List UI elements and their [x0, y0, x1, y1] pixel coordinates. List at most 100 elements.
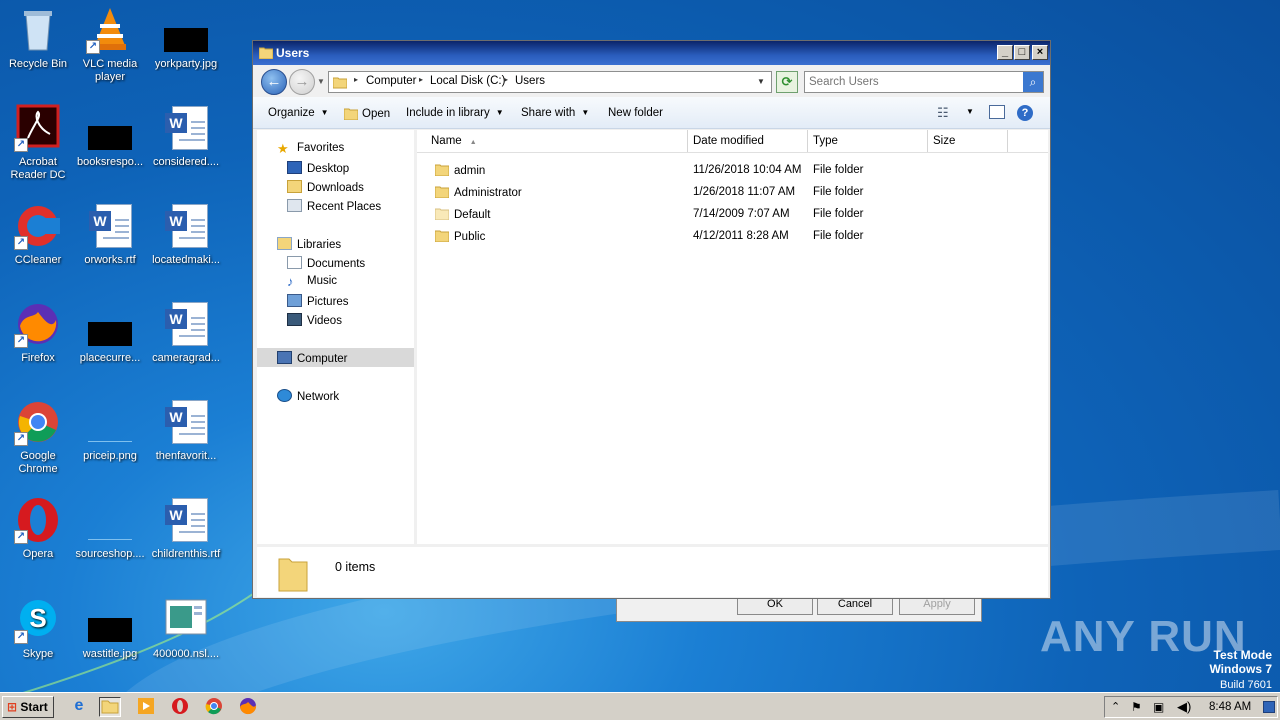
- nav-recent-places-label: Recent Places: [307, 201, 382, 213]
- breadcrumb-separator-icon[interactable]: ▸: [419, 75, 423, 84]
- table-row[interactable]: Public 4/12/2011 8:28 AM File folder: [417, 226, 1048, 248]
- windows-logo-icon: ⊞: [7, 700, 18, 714]
- desktop-icon-orworks[interactable]: W orworks.rtf: [72, 202, 148, 267]
- column-header-name[interactable]: Name ▲: [417, 130, 688, 152]
- desktop-icon-yorkparty[interactable]: yorkparty.jpg: [148, 6, 224, 71]
- help-icon[interactable]: ?: [1017, 105, 1033, 121]
- desktop-icon-priceip[interactable]: priceip.png: [72, 398, 148, 463]
- include-in-library-button[interactable]: Include in library ▼: [406, 107, 504, 119]
- title-bar[interactable]: Users _ □ ×: [253, 41, 1050, 65]
- preview-pane-icon[interactable]: [989, 105, 1005, 119]
- desktop-icon-sourceshop[interactable]: sourceshop....: [72, 496, 148, 561]
- chevron-down-icon: ▼: [320, 108, 329, 117]
- back-button[interactable]: ←: [261, 69, 287, 95]
- view-dropdown-icon[interactable]: ▼: [966, 107, 974, 116]
- view-options-icon[interactable]: ☷: [937, 105, 949, 121]
- nav-computer[interactable]: Computer: [277, 351, 348, 365]
- image-thumbnail: [86, 300, 134, 348]
- window-title: Users: [276, 46, 310, 60]
- desktop-icon-chrome[interactable]: ↗ Google Chrome: [0, 398, 76, 476]
- desktop-icon-skype[interactable]: S ↗ Skype: [0, 596, 76, 661]
- image-thumbnail: [162, 6, 210, 54]
- start-button[interactable]: ⊞ Start: [2, 696, 54, 718]
- desktop-icon-label: cameragrad...: [152, 352, 220, 364]
- column-header-size[interactable]: Size: [928, 130, 1008, 152]
- address-bar[interactable]: ▸ Computer ▸ Local Disk (C:) ▸ Users ▼: [328, 71, 772, 93]
- test-mode-label: Test Mode: [1213, 648, 1272, 662]
- opera-taskbar-icon[interactable]: [169, 697, 191, 717]
- desktop-icon-ccleaner[interactable]: ↗ CCleaner: [0, 202, 76, 267]
- share-with-button[interactable]: Share with ▼: [521, 107, 589, 119]
- desktop-icon-label: Google Chrome: [18, 450, 58, 475]
- desktop-icon-childrenthis[interactable]: W childrenthis.rtf: [148, 496, 224, 561]
- desktop-icon-booksrespo[interactable]: booksrespo...: [72, 104, 148, 169]
- minimize-button[interactable]: _: [997, 45, 1013, 60]
- desktop-icon-acrobat[interactable]: ↗ Acrobat Reader DC: [0, 104, 76, 182]
- file-name: Public: [454, 231, 486, 243]
- refresh-button[interactable]: ⟳: [776, 71, 798, 93]
- search-input[interactable]: [809, 74, 1019, 90]
- sort-ascending-icon: ▲: [469, 139, 477, 146]
- clock[interactable]: 8:48 AM: [1209, 701, 1251, 713]
- table-row[interactable]: admin 11/26/2018 10:04 AM File folder: [417, 160, 1048, 182]
- breadcrumb-separator-icon[interactable]: ▸: [504, 75, 508, 84]
- show-desktop-icon[interactable]: [1263, 701, 1275, 713]
- volume-icon[interactable]: ◀): [1177, 699, 1191, 715]
- file-date: 7/14/2009 7:07 AM: [693, 208, 790, 220]
- nav-downloads[interactable]: Downloads: [287, 180, 364, 194]
- file-name-cell: Public: [435, 230, 485, 243]
- close-button[interactable]: ×: [1032, 45, 1048, 60]
- desktop-icon-placecurre[interactable]: placecurre...: [72, 300, 148, 365]
- search-icon[interactable]: ⌕: [1023, 72, 1043, 92]
- breadcrumb-computer[interactable]: Computer: [366, 75, 417, 87]
- table-row[interactable]: Administrator 1/26/2018 11:07 AM File fo…: [417, 182, 1048, 204]
- desktop-icon-considered[interactable]: W considered....: [148, 104, 224, 169]
- action-center-flag-icon[interactable]: ⚑: [1131, 700, 1142, 714]
- firefox-taskbar-icon[interactable]: [237, 697, 259, 717]
- desktop-icon-cameragrad[interactable]: W cameragrad...: [148, 300, 224, 365]
- organize-label: Organize: [268, 107, 315, 119]
- desktop-icon-vlc[interactable]: ↗ VLC media player: [72, 6, 148, 84]
- recycle-bin-icon: [14, 6, 62, 54]
- desktop-icon-recycle-bin[interactable]: Recycle Bin: [0, 6, 76, 71]
- recent-pages-dropdown-icon[interactable]: ▼: [317, 77, 325, 86]
- forward-button[interactable]: →: [289, 69, 315, 95]
- nav-desktop[interactable]: Desktop: [287, 161, 349, 175]
- chrome-taskbar-icon[interactable]: [203, 697, 225, 717]
- nav-videos[interactable]: Videos: [287, 313, 342, 327]
- desktop-icon-firefox[interactable]: ↗ Firefox: [0, 300, 76, 365]
- nav-music[interactable]: ♪ Music: [287, 275, 337, 288]
- address-dropdown-icon[interactable]: ▼: [757, 77, 765, 86]
- internet-explorer-icon[interactable]: e: [68, 697, 90, 717]
- organize-button[interactable]: Organize ▼: [268, 107, 329, 119]
- file-name-cell: Administrator: [435, 186, 522, 199]
- nav-recent-places[interactable]: Recent Places: [287, 199, 381, 213]
- breadcrumb-separator-icon[interactable]: ▸: [354, 75, 358, 84]
- command-bar: Organize ▼ Open Include in library ▼ Share…: [253, 97, 1050, 129]
- network-status-icon[interactable]: ▣: [1153, 700, 1164, 714]
- nav-documents[interactable]: Documents: [287, 256, 365, 270]
- table-row[interactable]: Default 7/14/2009 7:07 AM File folder: [417, 204, 1048, 226]
- column-header-type[interactable]: Type: [808, 130, 928, 152]
- desktop-icon-opera[interactable]: ↗ Opera: [0, 496, 76, 561]
- nav-network[interactable]: Network: [277, 389, 339, 403]
- open-button[interactable]: Open: [343, 107, 390, 121]
- breadcrumb-users[interactable]: Users: [515, 75, 545, 87]
- maximize-button[interactable]: □: [1014, 45, 1030, 60]
- desktop-icon-locatedmaki[interactable]: W locatedmaki...: [148, 202, 224, 267]
- nav-pictures[interactable]: Pictures: [287, 294, 349, 308]
- desktop-icon-thenfavorit[interactable]: W thenfavorit...: [148, 398, 224, 463]
- media-player-icon[interactable]: [135, 697, 157, 717]
- breadcrumb-local-disk[interactable]: Local Disk (C:): [430, 75, 505, 87]
- file-date: 1/26/2018 11:07 AM: [693, 186, 796, 198]
- nav-libraries[interactable]: Libraries: [277, 237, 341, 251]
- nav-favorites[interactable]: ★ Favorites: [277, 142, 344, 155]
- new-folder-button[interactable]: New folder: [608, 107, 663, 119]
- desktop-icon-400000[interactable]: 400000.nsl....: [148, 596, 224, 661]
- desktop-icon-label: VLC media player: [82, 58, 138, 83]
- column-header-date-modified[interactable]: Date modified: [688, 130, 808, 152]
- show-hidden-icons-icon[interactable]: ⌃: [1111, 700, 1120, 713]
- desktop-icon-label: orworks.rtf: [84, 254, 136, 266]
- explorer-taskbar-icon[interactable]: [99, 697, 121, 717]
- desktop-icon-wastitle[interactable]: wastitle.jpg: [72, 596, 148, 661]
